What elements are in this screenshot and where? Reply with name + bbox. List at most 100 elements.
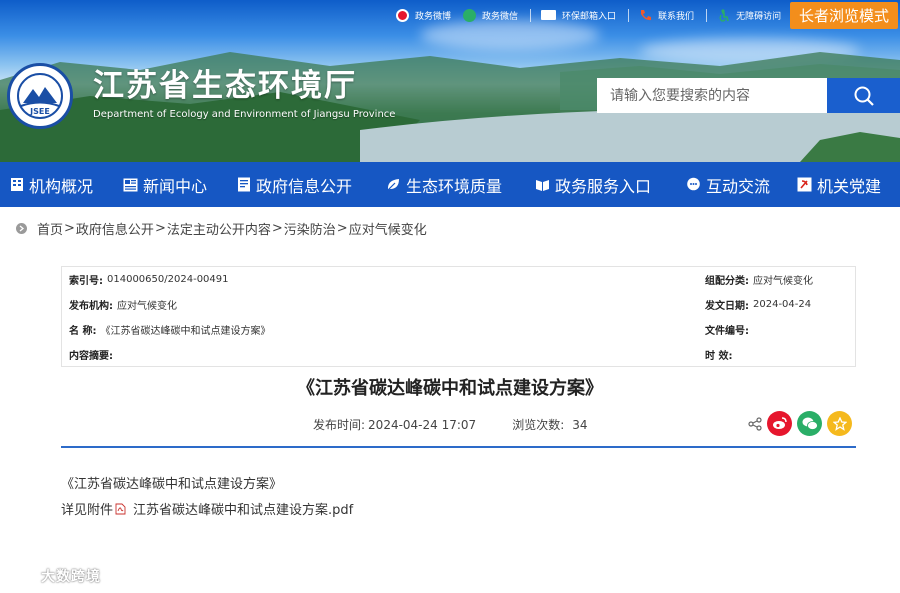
weibo-link[interactable]: 政务微博 [396,8,452,22]
share-bar [748,411,852,436]
mail-icon [541,10,557,20]
site-logo[interactable]: JSEE [7,63,73,129]
accessibility-link[interactable]: 无障碍访问 [717,8,782,22]
attachment-link[interactable]: 江苏省碳达峰碳中和试点建设方案.pdf [133,499,353,518]
breadcrumb-separator: > [154,220,166,236]
meta-date: 发文日期: 2024-04-24 [705,297,811,312]
party-icon [797,177,812,192]
publish-time-label: 发布时间: [313,418,366,432]
nav-label: 政务服务入口 [555,176,652,196]
meta-label: 名 称: [69,326,97,337]
views-count: 34 [572,417,588,432]
meta-validity: 时 效: [705,347,736,362]
breadcrumb-statutory[interactable]: 法定主动公开内容 [167,219,271,238]
news-icon [123,177,138,192]
breadcrumb-home[interactable]: 首页 [37,219,63,238]
location-icon [16,222,27,234]
meta-value: 014000650/2024-00491 [107,274,229,285]
wechat-link[interactable]: 政务微信 [463,8,519,22]
star-icon [832,416,847,431]
weibo-icon [396,8,409,22]
nav-label: 互动交流 [706,176,771,196]
meta-name: 名 称: 《江苏省碳达峰碳中和试点建设方案》 [69,322,270,337]
nav-item-gov-info[interactable]: 政府信息公开 [236,162,352,207]
site-subtitle: Department of Ecology and Environment of… [93,109,396,120]
meta-row: 索引号: 014000650/2024-00491 组配分类: 应对气候变化 [62,267,855,292]
main-nav: 机构概况 新闻中心 政府信息公开 生态环境质量 政务服务入口 互动交流 机关党建 [0,162,900,207]
meta-row: 内容摘要: 时 效: [62,342,855,367]
meta-label: 索引号: [69,276,103,287]
favorite-button[interactable] [827,411,852,436]
meta-label: 发布机构: [69,301,113,312]
nav-label: 机关党建 [817,176,882,196]
meta-value: 应对气候变化 [117,301,177,312]
wechat-link-label: 政务微信 [482,11,519,22]
share-wechat-button[interactable] [797,411,822,436]
meta-value: 2024-04-24 [753,299,812,310]
service-icon [535,177,550,192]
share-icon[interactable] [748,416,762,431]
attachment-prefix: 详见附件 [61,503,114,518]
meta-doc-number: 文件编号: [705,322,753,337]
meta-publisher: 发布机构: 应对气候变化 [69,297,177,312]
nav-label: 生态环境质量 [406,176,503,196]
leaf-icon [386,177,401,192]
article-info: 发布时间: 2024-04-24 17:07 浏览次数: 34 [313,416,588,433]
article-title: 《江苏省碳达峰碳中和试点建设方案》 [297,378,603,399]
meta-summary: 内容摘要: [69,347,117,362]
accessibility-icon [717,8,730,22]
meta-label: 发文日期: [705,301,749,312]
search-button[interactable] [827,78,900,113]
watermark: 大数跨境 [6,566,101,586]
weibo-link-label: 政务微博 [415,11,452,22]
divider [530,8,532,22]
nav-item-party[interactable]: 机关党建 [797,162,881,207]
article-divider [61,446,856,448]
weibo-icon [773,417,787,429]
meta-label: 组配分类: [705,276,749,287]
search-icon [854,86,874,106]
nav-item-news[interactable]: 新闻中心 [123,162,207,207]
breadcrumb: 首页 > 政府信息公开 > 法定主动公开内容 > 污染防治 > 应对气候变化 [16,218,427,238]
publish-time-value: 2024-04-24 17:07 [368,417,477,432]
nav-item-interaction[interactable]: 互动交流 [686,162,770,207]
logo-text: JSEE [30,107,50,116]
document-meta-table: 索引号: 014000650/2024-00491 组配分类: 应对气候变化 发… [61,266,856,367]
meta-value: 《江苏省碳达峰碳中和试点建设方案》 [100,326,271,337]
accessibility-link-label: 无障碍访问 [736,11,782,22]
site-title: 江苏省生态环境厅 [93,68,357,104]
meta-value: 应对气候变化 [753,276,813,287]
wechat-icon [802,417,818,430]
search-input[interactable] [597,78,827,113]
divider [706,8,708,22]
phone-icon [639,9,652,22]
meta-label: 内容摘要: [69,351,113,362]
elder-mode-button[interactable]: 长者浏览模式 [790,2,898,29]
nav-item-eco-quality[interactable]: 生态环境质量 [386,162,502,207]
share-weibo-button[interactable] [767,411,792,436]
breadcrumb-pollution[interactable]: 污染防治 [284,219,336,238]
nav-item-services[interactable]: 政务服务入口 [535,162,651,207]
meta-row: 发布机构: 应对气候变化 发文日期: 2024-04-24 [62,292,855,317]
document-icon [236,177,251,192]
mail-link-label: 环保邮箱入口 [562,11,617,22]
breadcrumb-gov-info[interactable]: 政府信息公开 [76,219,154,238]
chat-icon [686,177,701,192]
nav-item-organization[interactable]: 机构概况 [9,162,93,207]
article-attachment: 详见附件 江苏省碳达峰碳中和试点建设方案.pdf [61,499,353,518]
watermark-text: 大数跨境 [41,569,101,585]
pdf-icon [115,503,126,515]
contact-link[interactable]: 联系我们 [639,9,694,22]
nav-label: 机构概况 [29,176,94,196]
meta-label: 时 效: [705,351,733,362]
nav-label: 政府信息公开 [256,176,353,196]
contact-link-label: 联系我们 [658,11,695,22]
meta-category: 组配分类: 应对气候变化 [705,272,813,287]
breadcrumb-climate[interactable]: 应对气候变化 [349,219,427,238]
mail-link[interactable]: 环保邮箱入口 [541,9,616,22]
watermark-logo-icon [6,568,36,584]
meta-index: 索引号: 014000650/2024-00491 [69,272,229,287]
breadcrumb-separator: > [64,220,75,236]
nav-label: 新闻中心 [143,176,208,196]
breadcrumb-separator: > [271,220,283,236]
